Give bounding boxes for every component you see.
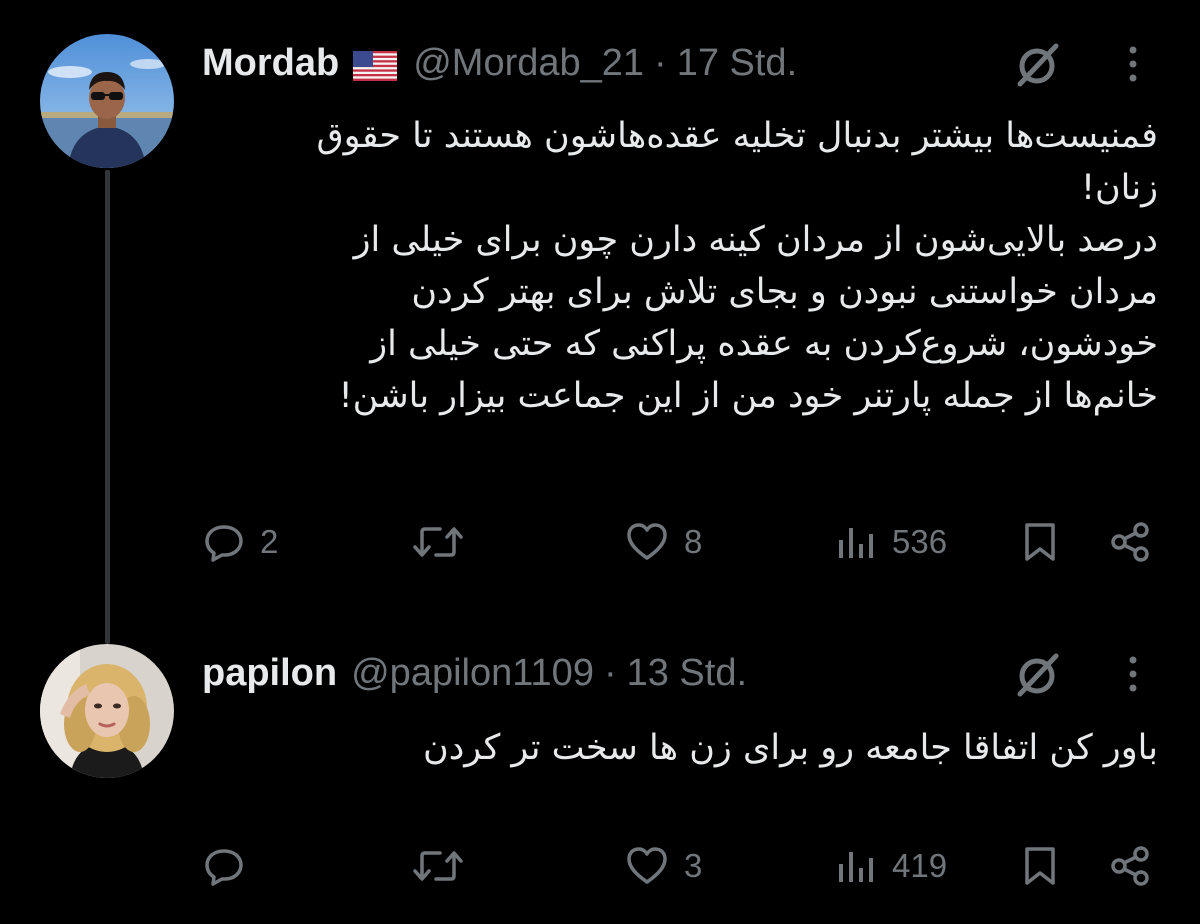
- views-icon: [839, 852, 873, 882]
- tweet-text: فمنیست‌ها بیشتر بدنبال تخلیه عقده‌هاشون …: [202, 110, 1158, 422]
- bookmark-icon: [1025, 523, 1055, 561]
- repost-icon: [413, 527, 463, 557]
- repost-button[interactable]: [412, 836, 478, 896]
- action-bar: 3 419: [0, 836, 1200, 896]
- repost-icon: [413, 851, 463, 881]
- tweet-text-line: خودشون، شروع‌کردن به عقده پراکنی که حتی …: [370, 324, 1158, 364]
- grok-icon[interactable]: [1010, 648, 1064, 702]
- tweet-text-line: زنان!: [1080, 168, 1158, 208]
- bookmark-icon: [1025, 847, 1055, 885]
- tweet-header: papilon @papilon1109 · 13 Std.: [202, 648, 747, 698]
- like-count: 8: [684, 523, 703, 560]
- like-button[interactable]: 8: [624, 512, 702, 572]
- reply-icon: [205, 849, 243, 886]
- display-name[interactable]: Mordab: [202, 42, 339, 85]
- user-handle[interactable]: @Mordab_21: [413, 42, 644, 85]
- reply-count: 2: [260, 523, 279, 560]
- bookmark-button[interactable]: [1020, 512, 1060, 572]
- reply-button[interactable]: 2: [202, 512, 278, 572]
- like-icon: [627, 523, 667, 560]
- separator-dot: ·: [654, 41, 667, 84]
- avatar[interactable]: [40, 34, 174, 168]
- tweet-text: باور کن اتفاقا جامعه رو برای زن ها سخت ت…: [202, 722, 1158, 774]
- views-count: 536: [892, 523, 948, 560]
- like-icon: [627, 847, 667, 884]
- tweet-text-line: مردان خواستنی نبودن و بجای تلاش برای بهت…: [411, 272, 1158, 312]
- like-button[interactable]: 3: [624, 836, 702, 896]
- repost-button[interactable]: [412, 512, 478, 572]
- avatar[interactable]: [40, 644, 174, 778]
- share-icon: [1111, 846, 1149, 886]
- user-handle[interactable]: @papilon1109: [351, 652, 594, 695]
- us-flag-icon: [353, 48, 398, 81]
- more-icon[interactable]: [1118, 42, 1148, 86]
- grok-icon[interactable]: [1010, 38, 1064, 92]
- action-bar: 2 8 536: [0, 512, 1200, 572]
- bookmark-button[interactable]: [1020, 836, 1060, 896]
- reply-button[interactable]: [202, 836, 260, 896]
- tweet-text-line: باور کن اتفاقا جامعه رو برای زن ها سخت ت…: [423, 728, 1158, 768]
- share-button[interactable]: [1108, 512, 1152, 572]
- display-name[interactable]: papilon: [202, 652, 337, 695]
- tweet[interactable]: Mordab @Mordab_21 · 17 Std.: [0, 0, 1200, 610]
- more-icon[interactable]: [1118, 652, 1148, 696]
- reply-icon: [205, 525, 243, 562]
- views-icon: [839, 528, 873, 558]
- views-button[interactable]: 419: [834, 836, 947, 896]
- tweet-header: Mordab @Mordab_21 · 17 Std.: [202, 38, 797, 88]
- views-button[interactable]: 536: [834, 512, 947, 572]
- tweet-text-line: فمنیست‌ها بیشتر بدنبال تخلیه عقده‌هاشون …: [316, 116, 1158, 156]
- timestamp[interactable]: 13 Std.: [627, 652, 747, 695]
- share-button[interactable]: [1108, 836, 1152, 896]
- separator-dot: ·: [603, 651, 617, 694]
- views-count: 419: [892, 847, 948, 884]
- timestamp[interactable]: 17 Std.: [677, 42, 797, 85]
- like-count: 3: [684, 847, 703, 884]
- tweet-text-line: درصد بالایی‌شون از مردان کینه دارن چون ب…: [353, 220, 1158, 260]
- reply-tweet[interactable]: papilon @papilon1109 · 13 Std. باور کن ا…: [0, 610, 1200, 924]
- tweet-text-line: خانم‌ها از جمله پارتنر خود من از این جما…: [338, 376, 1158, 416]
- share-icon: [1111, 522, 1149, 562]
